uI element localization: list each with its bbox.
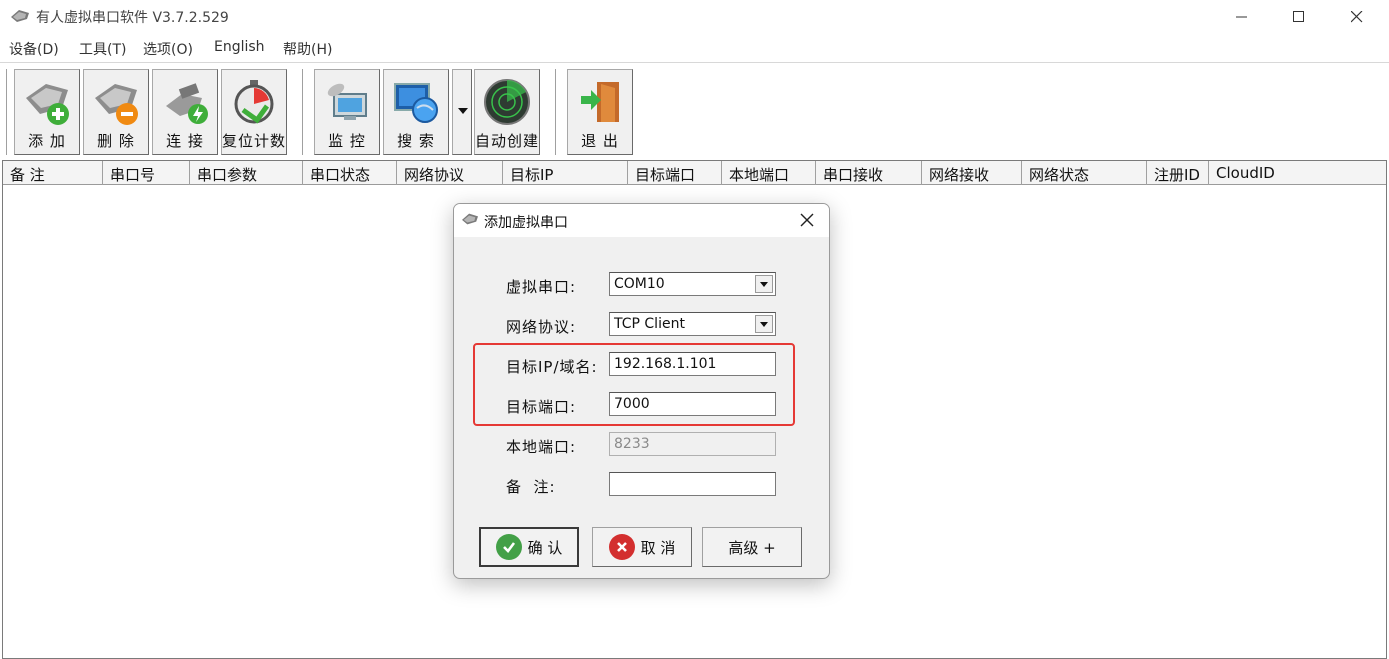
protocol-label: 网络协议:	[506, 318, 577, 336]
column-port[interactable]: 串口号	[103, 161, 190, 185]
menu-english[interactable]: English	[214, 39, 265, 55]
delete-button[interactable]: 删 除	[83, 69, 149, 155]
dialog-title-bar: 添加虚拟串口	[454, 204, 829, 237]
app-logo-icon	[11, 10, 29, 22]
search-button[interactable]: 搜 索	[383, 69, 449, 155]
menu-bar: 设备(D) 工具(T) 选项(O) English 帮助(H)	[0, 34, 1389, 62]
monitor-satellite-icon	[327, 83, 367, 120]
toolbar-grip	[4, 69, 7, 155]
reset-count-label: 复位计数	[222, 132, 287, 150]
column-note[interactable]: 备 注	[3, 161, 103, 185]
advanced-button[interactable]: 高级 +	[702, 527, 802, 567]
maximize-icon	[1293, 11, 1304, 22]
protocol-value: TCP Client	[614, 316, 685, 332]
ok-label: 确 认	[527, 538, 563, 557]
close-icon	[1351, 11, 1363, 23]
search-globe-icon	[394, 83, 438, 123]
auto-create-button[interactable]: 自动创建	[474, 69, 540, 155]
cancel-label: 取 消	[640, 538, 676, 557]
protocol-select[interactable]: TCP Client	[609, 312, 776, 336]
minimize-button[interactable]	[1219, 0, 1265, 34]
menu-options[interactable]: 选项(O)	[143, 39, 193, 59]
close-button[interactable]	[1334, 0, 1380, 34]
list-header: 备 注 串口号 串口参数 串口状态 网络协议 目标IP 目标端口 本地端口 串口…	[3, 161, 1386, 185]
column-port-receive[interactable]: 串口接收	[816, 161, 922, 185]
menu-device[interactable]: 设备(D)	[9, 39, 59, 59]
stopwatch-icon	[234, 80, 274, 124]
local-port-input: 8233	[609, 432, 776, 456]
column-local-port[interactable]: 本地端口	[722, 161, 816, 185]
menu-tools[interactable]: 工具(T)	[79, 39, 126, 59]
note-label: 备 注:	[506, 478, 556, 496]
virtual-port-select[interactable]: COM10	[609, 272, 776, 296]
serial-port-delete-icon	[95, 84, 138, 125]
column-net-status[interactable]: 网络状态	[1022, 161, 1147, 185]
toolbar-separator	[300, 69, 303, 155]
ok-button[interactable]: 确 认	[479, 527, 579, 567]
column-cloud-id[interactable]: CloudID	[1209, 161, 1388, 185]
column-port-params[interactable]: 串口参数	[190, 161, 303, 185]
column-net-receive[interactable]: 网络接收	[922, 161, 1022, 185]
search-dropdown-button[interactable]	[452, 69, 472, 155]
toolbar-separator	[553, 69, 556, 155]
column-register-id[interactable]: 注册ID	[1147, 161, 1209, 185]
chevron-down-icon[interactable]	[755, 315, 773, 333]
checkmark-icon	[495, 534, 522, 560]
add-button[interactable]: 添 加	[14, 69, 80, 155]
exit-label: 退 出	[581, 132, 619, 150]
menu-help[interactable]: 帮助(H)	[283, 39, 332, 59]
toolbar: 添 加 删 除 连 接 复位计数 监 控 搜 索 自动创建 退 出	[0, 62, 1389, 158]
column-target-ip[interactable]: 目标IP	[503, 161, 628, 185]
column-target-port[interactable]: 目标端口	[628, 161, 722, 185]
auto-create-label: 自动创建	[475, 132, 540, 150]
connect-label: 连 接	[166, 132, 204, 150]
monitor-button[interactable]: 监 控	[314, 69, 380, 155]
add-label: 添 加	[28, 132, 66, 150]
reset-count-button[interactable]: 复位计数	[221, 69, 287, 155]
virtual-port-value: COM10	[614, 276, 665, 292]
virtual-port-label: 虚拟串口:	[506, 278, 577, 296]
serial-port-add-icon	[26, 84, 69, 125]
chevron-down-icon[interactable]	[755, 275, 773, 293]
window-title: 有人虚拟串口软件 V3.7.2.529	[36, 10, 229, 26]
connect-plug-icon	[166, 83, 208, 124]
connect-button[interactable]: 连 接	[152, 69, 218, 155]
advanced-label: 高级 +	[728, 538, 776, 557]
highlight-box	[473, 343, 795, 426]
column-port-status[interactable]: 串口状态	[303, 161, 397, 185]
dialog-title: 添加虚拟串口	[484, 215, 568, 231]
cancel-x-icon	[608, 534, 635, 560]
app-logo-icon	[462, 213, 478, 225]
delete-label: 删 除	[97, 132, 135, 150]
exit-door-icon	[581, 82, 619, 122]
minimize-icon	[1236, 16, 1247, 18]
maximize-button[interactable]	[1276, 0, 1322, 34]
title-bar: 有人虚拟串口软件 V3.7.2.529	[0, 0, 1389, 34]
dialog-close-icon[interactable]	[799, 212, 815, 228]
radar-icon	[484, 79, 530, 125]
local-port-label: 本地端口:	[506, 438, 577, 456]
monitor-label: 监 控	[328, 132, 366, 150]
column-protocol[interactable]: 网络协议	[397, 161, 503, 185]
cancel-button[interactable]: 取 消	[592, 527, 692, 567]
exit-button[interactable]: 退 出	[567, 69, 633, 155]
note-input[interactable]	[609, 472, 776, 496]
search-label: 搜 索	[397, 132, 435, 150]
